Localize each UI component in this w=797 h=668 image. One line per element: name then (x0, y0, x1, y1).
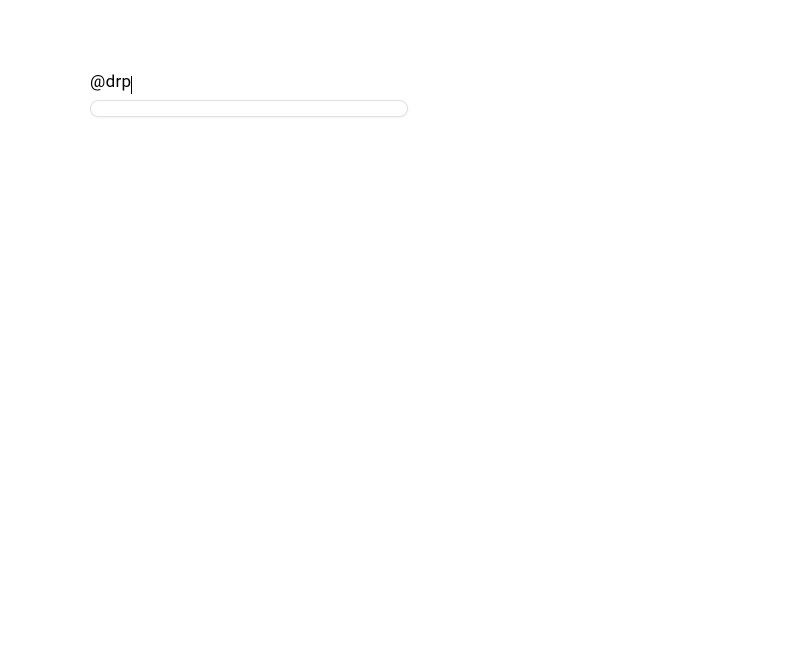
label-text: @drp (90, 72, 131, 92)
text-input[interactable] (90, 100, 408, 117)
field-label: @drp (90, 72, 132, 92)
text-cursor (131, 76, 132, 94)
